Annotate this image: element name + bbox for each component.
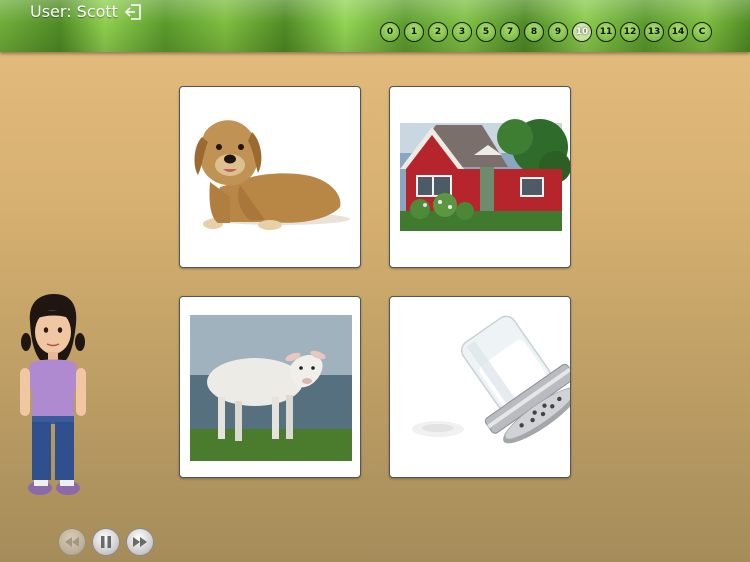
dog-picture xyxy=(194,120,350,230)
picture-card-salt[interactable] xyxy=(389,296,571,478)
level-button-12[interactable]: 12 xyxy=(620,22,640,42)
picture-card-sheep[interactable] xyxy=(179,296,361,478)
logout-icon[interactable] xyxy=(124,3,142,21)
pause-icon xyxy=(101,536,111,548)
level-button-9[interactable]: 9 xyxy=(548,22,568,42)
lamb-picture xyxy=(190,315,352,461)
level-button-14[interactable]: 14 xyxy=(668,22,688,42)
user-label: User: Scott xyxy=(30,2,118,21)
level-button-13[interactable]: 13 xyxy=(644,22,664,42)
level-button-C[interactable]: C xyxy=(692,22,712,42)
level-button-7[interactable]: 7 xyxy=(500,22,520,42)
red-house-picture xyxy=(400,119,570,231)
salt-shaker-picture xyxy=(412,315,570,444)
level-button-1[interactable]: 1 xyxy=(404,22,424,42)
rewind-icon xyxy=(65,537,79,547)
picture-card-house[interactable] xyxy=(389,86,571,268)
level-button-5[interactable]: 5 xyxy=(476,22,496,42)
level-button-8[interactable]: 8 xyxy=(524,22,544,42)
pause-button[interactable] xyxy=(92,528,120,556)
girl-character xyxy=(20,294,86,495)
level-selector: 0 1 2 3 5 7 8 9 10 11 12 13 14 C xyxy=(380,22,712,42)
rewind-button[interactable] xyxy=(58,528,86,556)
level-button-10[interactable]: 10 xyxy=(572,22,592,42)
level-button-2[interactable]: 2 xyxy=(428,22,448,42)
level-button-3[interactable]: 3 xyxy=(452,22,472,42)
level-button-0[interactable]: 0 xyxy=(380,22,400,42)
picture-card-dog[interactable] xyxy=(179,86,361,268)
fast-forward-button[interactable] xyxy=(126,528,154,556)
level-button-11[interactable]: 11 xyxy=(596,22,616,42)
fast-forward-icon xyxy=(133,537,147,547)
